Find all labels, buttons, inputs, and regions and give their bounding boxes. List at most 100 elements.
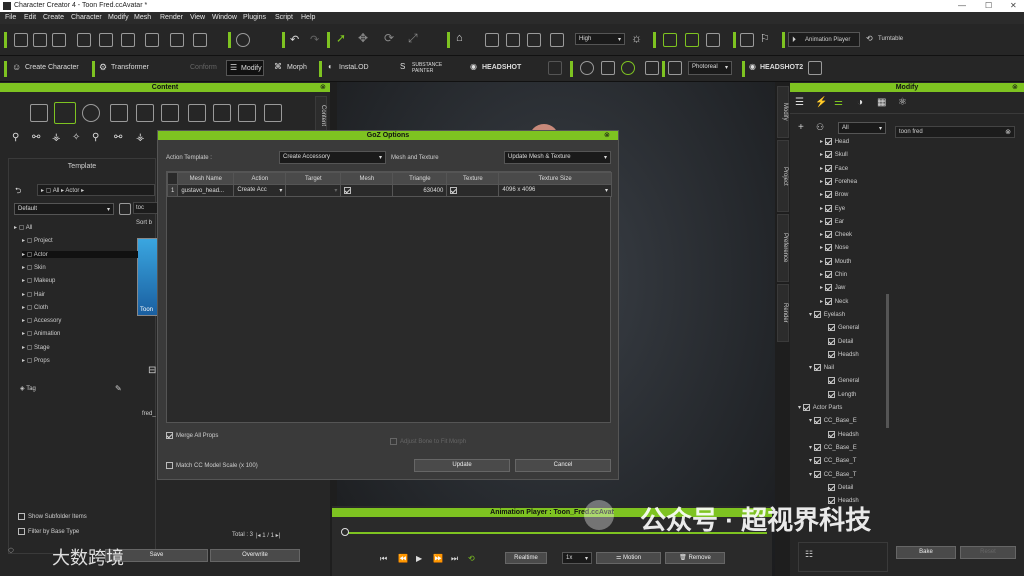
move-icon[interactable]: ✥: [358, 31, 368, 45]
pose-d-icon[interactable]: ✧: [72, 132, 80, 143]
scene-icon[interactable]: [238, 104, 256, 122]
match-scale-checkbox[interactable]: [166, 462, 173, 469]
modify-tree-item[interactable]: Headsh: [828, 430, 859, 438]
item-checkbox[interactable]: [824, 151, 832, 159]
content-close-icon[interactable]: ⊗: [320, 83, 326, 91]
tree-item-accessory[interactable]: ▸ ▢ Accessory: [22, 317, 61, 324]
col-texture[interactable]: Texture: [446, 172, 500, 185]
accessory-icon[interactable]: [161, 104, 179, 122]
show-subfolder-row[interactable]: Show Subfolder Items: [18, 513, 87, 520]
tab-preference[interactable]: Preference: [777, 214, 789, 282]
loop-icon[interactable]: ⟲: [468, 554, 475, 563]
modify-tree-item[interactable]: ▾ CC_Base_T: [809, 470, 856, 478]
item-checkbox[interactable]: [828, 377, 835, 385]
modify-tree-item[interactable]: ▸ Cheek: [820, 231, 852, 238]
tree-item-hair[interactable]: ▸ ▢ Hair: [22, 291, 45, 298]
filter-base-checkbox[interactable]: [18, 528, 25, 535]
turntable-button[interactable]: ⟲ Turntable: [864, 32, 924, 47]
first-frame-icon[interactable]: ⏮: [380, 554, 387, 564]
pose-g-icon[interactable]: ⚶: [136, 132, 145, 143]
first-page-icon[interactable]: |◂: [256, 533, 261, 539]
light-icon[interactable]: ☼: [631, 31, 642, 45]
undo-icon[interactable]: ↶: [290, 33, 299, 46]
item-checkbox[interactable]: [813, 310, 821, 318]
cloth-icon[interactable]: [136, 104, 154, 122]
cell-texture-size[interactable]: 4096 x 4096 ▾: [498, 184, 612, 197]
content-search-input[interactable]: toc: [133, 202, 159, 214]
last-frame-icon[interactable]: ⏭: [451, 554, 458, 564]
skin-icon[interactable]: [548, 61, 562, 75]
quality-select[interactable]: High ▾: [575, 33, 625, 45]
sliders-icon[interactable]: ☰: [795, 97, 804, 108]
pose-e-icon[interactable]: ⚲: [92, 132, 99, 143]
save-icon[interactable]: [52, 33, 66, 47]
menu-create[interactable]: Create: [43, 14, 64, 21]
play-icon[interactable]: ▶: [416, 554, 422, 563]
modify-filter-select[interactable]: All ▾: [838, 122, 886, 134]
list-icon[interactable]: ☷: [805, 549, 813, 560]
merge-props-checkbox[interactable]: [166, 432, 173, 439]
modify-tree-item[interactable]: ▸ Face: [820, 164, 848, 172]
motion-icon[interactable]: ⚡: [815, 97, 827, 108]
pencil-icon[interactable]: ✎: [115, 384, 122, 393]
pose-icon[interactable]: [188, 104, 206, 122]
send-to-icon[interactable]: [193, 33, 207, 47]
update-button[interactable]: Update: [414, 459, 510, 472]
content-thumbnail[interactable]: [137, 238, 159, 316]
rotate-icon[interactable]: ⟳: [384, 31, 394, 45]
modify-tree-item[interactable]: ▸ Mouth: [820, 257, 851, 265]
prev-frame-icon[interactable]: ⏪: [398, 554, 408, 563]
modify-close-icon[interactable]: ⊗: [1012, 83, 1018, 91]
dialog-close-icon[interactable]: ⊗: [604, 131, 610, 139]
menu-edit[interactable]: Edit: [24, 14, 36, 21]
stage-icon[interactable]: [213, 104, 231, 122]
folder-add-icon[interactable]: [119, 203, 131, 215]
match-scale-row[interactable]: Match CC Model Scale (x 100): [166, 462, 258, 469]
col-texture-size[interactable]: Texture Size: [498, 172, 612, 185]
measure-icon[interactable]: [740, 33, 754, 47]
next-frame-icon[interactable]: ⏩: [433, 554, 443, 563]
item-checkbox[interactable]: [824, 244, 832, 252]
menu-character[interactable]: Character: [71, 14, 102, 21]
body-icon[interactable]: [110, 104, 128, 122]
cancel-button[interactable]: Cancel: [515, 459, 611, 472]
fit-view-icon[interactable]: [485, 33, 499, 47]
modify-tree-item[interactable]: ▾ CC_Base_E: [809, 417, 857, 424]
col-mesh[interactable]: Mesh: [340, 172, 394, 185]
breadcrumb-actor[interactable]: Actor: [65, 188, 79, 194]
modify-tree-item[interactable]: Headsh: [828, 350, 859, 358]
modify-tree-item[interactable]: ▸ Forehea: [820, 177, 857, 185]
open-folder-icon[interactable]: [33, 33, 47, 47]
physics-tab-icon[interactable]: ⚛: [898, 97, 907, 108]
pose-a-icon[interactable]: ⚲: [12, 132, 19, 143]
action-template-select[interactable]: Create Accessory ▾: [279, 151, 386, 164]
modify-tree-item[interactable]: General: [828, 324, 859, 331]
sync-icon[interactable]: [645, 61, 659, 75]
tree-item-makeup[interactable]: ▸ ▢ Makeup: [22, 277, 55, 284]
tree-item-stage[interactable]: ▸ ▢ Stage: [22, 344, 50, 351]
item-checkbox[interactable]: [824, 138, 832, 145]
modify-tree-item[interactable]: ▾ Nail: [809, 364, 834, 371]
export-fbx-icon[interactable]: [121, 33, 135, 47]
clear-search-icon[interactable]: ⊗: [1005, 128, 1011, 136]
modify-tree-item[interactable]: Length: [828, 390, 856, 398]
bake-button[interactable]: Bake: [896, 546, 956, 559]
breadcrumb-home-icon[interactable]: ▸ ▢: [41, 188, 51, 194]
modify-tree-item[interactable]: Detail: [828, 337, 853, 345]
render-settings-icon[interactable]: [668, 61, 682, 75]
modify-tree-item[interactable]: ▾ CC_Base_E: [809, 443, 857, 451]
menu-plugins[interactable]: Plugins: [243, 14, 266, 21]
zoom-extents-icon[interactable]: [550, 33, 564, 47]
material-tab-icon[interactable]: ◑: [857, 97, 863, 108]
menu-script[interactable]: Script: [275, 14, 293, 21]
modify-tree-item[interactable]: General: [828, 377, 859, 384]
tab-render[interactable]: Render: [777, 284, 789, 342]
plugin-icon[interactable]: [808, 61, 822, 75]
animation-player-button[interactable]: ⏵ Animation Player: [788, 32, 860, 47]
adjust-bone-row[interactable]: Adjust Bone to Fit Morph: [390, 438, 466, 445]
add-icon[interactable]: +: [798, 122, 804, 133]
pose-b-icon[interactable]: ⚯: [32, 132, 40, 143]
modify-tree-item[interactable]: ▸ Eye: [820, 204, 845, 212]
home-icon[interactable]: ⌂: [456, 32, 463, 44]
item-checkbox[interactable]: [828, 483, 835, 491]
